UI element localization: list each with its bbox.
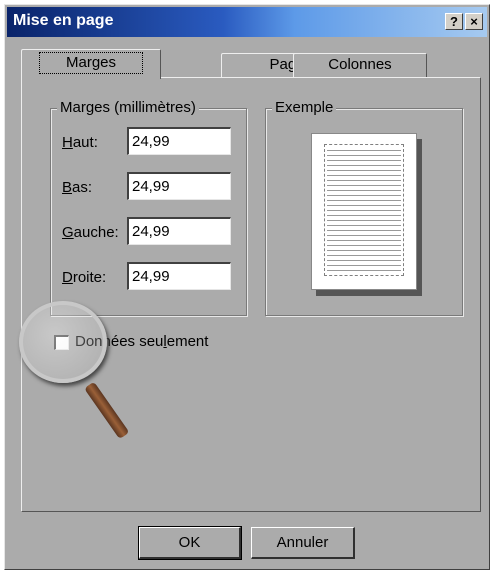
page-setup-dialog: Mise en page ? × Marges (millimètres) Ha… <box>4 4 490 570</box>
top-margin-label: Haut: <box>62 134 98 151</box>
margins-group-label: Marges (millimètres) <box>57 99 199 116</box>
close-button[interactable]: × <box>465 13 483 30</box>
page-preview <box>311 133 417 290</box>
bottom-margin-label: Bas: <box>62 179 93 196</box>
bottom-margin-field[interactable] <box>127 172 231 200</box>
left-margin-label: Gauche: <box>62 224 119 241</box>
magnifier-icon <box>19 301 107 383</box>
cancel-button[interactable]: Annuler <box>251 527 355 559</box>
right-margin-field[interactable] <box>127 262 231 290</box>
tab-marges[interactable]: Marges <box>21 49 161 79</box>
top-margin-field[interactable] <box>127 127 231 155</box>
dialog-title: Mise en page <box>13 12 114 29</box>
ok-button[interactable]: OK <box>138 526 242 560</box>
right-margin-label: Droite: <box>62 269 107 286</box>
title-bar[interactable]: Mise en page ? × <box>7 7 487 37</box>
page-preview-text-area <box>324 144 404 276</box>
example-group-label: Exemple <box>272 99 337 116</box>
left-margin-field[interactable] <box>127 217 231 245</box>
tab-colonnes[interactable]: Colonnes <box>293 53 427 77</box>
help-button[interactable]: ? <box>445 13 463 30</box>
